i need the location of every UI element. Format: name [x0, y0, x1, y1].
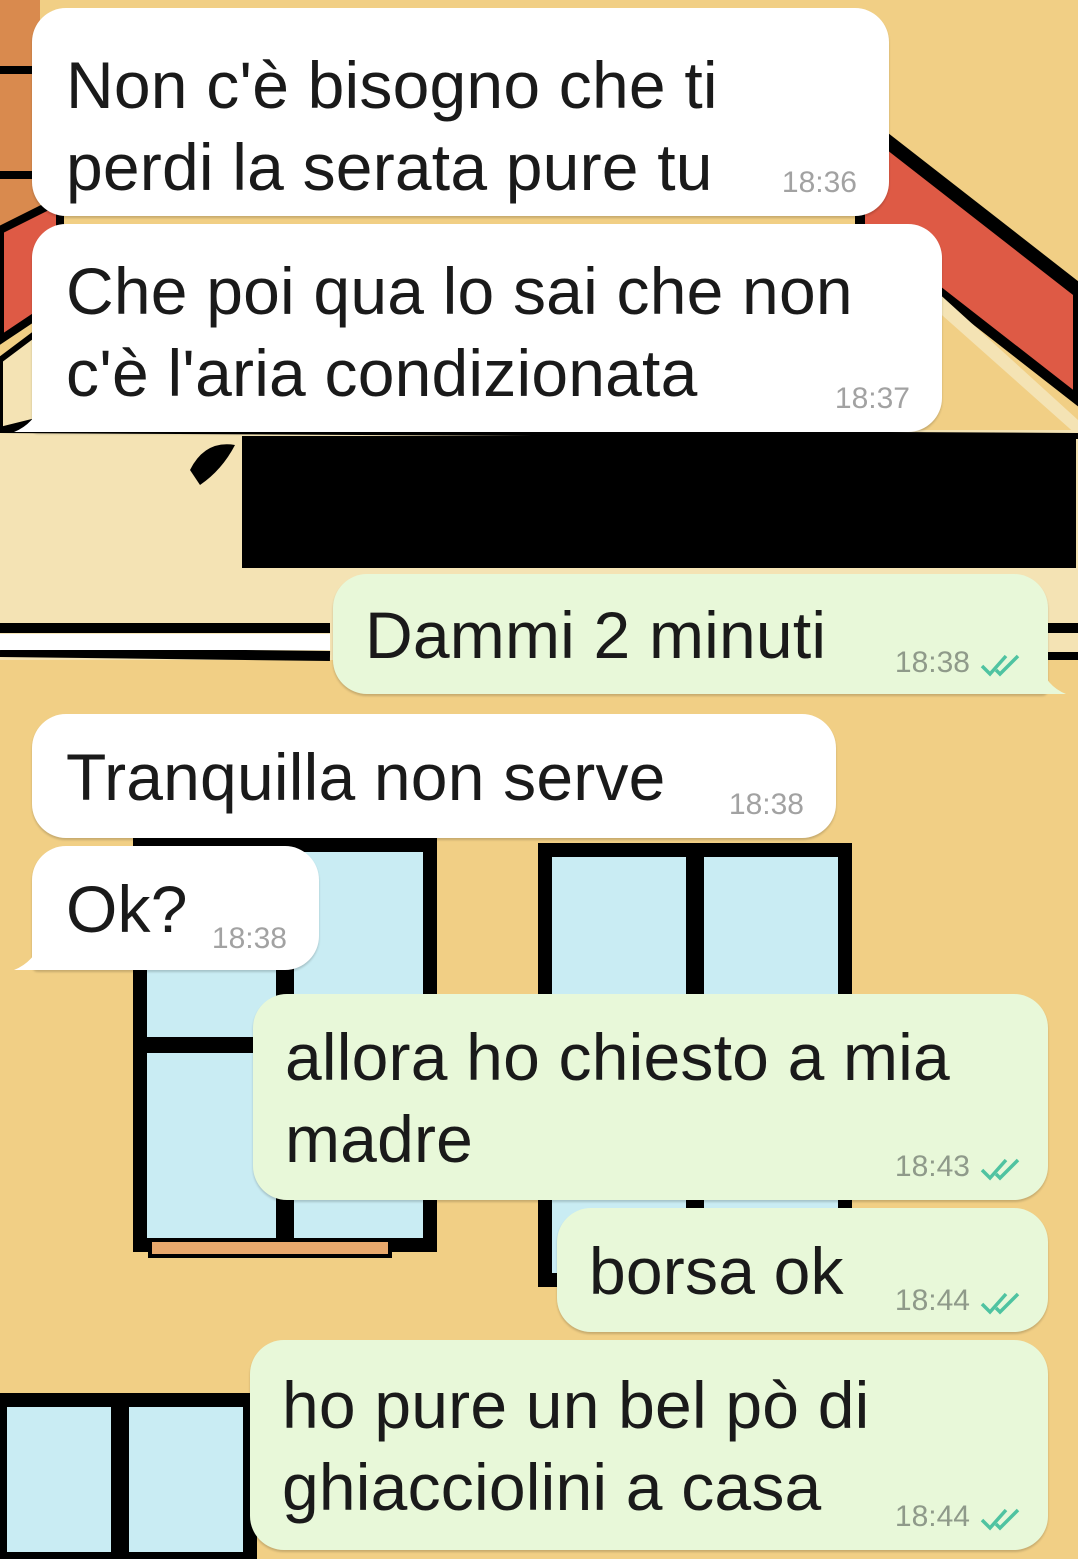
read-double-check-icon	[980, 1292, 1020, 1315]
message-bubble-incoming[interactable]: Tranquilla non serve 18:38	[32, 714, 836, 838]
read-double-check-icon	[980, 654, 1020, 677]
read-double-check-icon	[980, 1508, 1020, 1531]
redacted-block	[242, 436, 1076, 568]
read-double-check-icon	[980, 1158, 1020, 1181]
message-timestamp: 18:44	[894, 1284, 970, 1317]
message-timestamp: 18:43	[894, 1150, 970, 1183]
message-timestamp: 18:37	[834, 382, 910, 415]
message-timestamp: 18:44	[894, 1500, 970, 1533]
message-text: borsa ok	[589, 1234, 844, 1308]
message-timestamp: 18:38	[894, 646, 970, 679]
message-timestamp: 18:38	[211, 922, 287, 955]
message-bubble-outgoing[interactable]: allora ho chiesto a mia madre 18:43	[253, 994, 1048, 1200]
message-bubble-outgoing[interactable]: borsa ok 18:44	[557, 1208, 1048, 1332]
message-bubble-outgoing[interactable]: ho pure un bel pò di ghiacciolini a casa…	[250, 1340, 1048, 1550]
bubble-tail-icon	[14, 940, 42, 970]
bubble-tail-icon	[1040, 664, 1066, 694]
message-bubble-incoming[interactable]: Non c'è bisogno che ti perdi la serata p…	[32, 8, 889, 216]
message-text: ho pure un bel pò di ghiacciolini a casa	[282, 1368, 870, 1524]
message-bubble-incoming[interactable]: Che poi qua lo sai che non c'è l'aria co…	[32, 224, 942, 432]
message-text: Dammi 2 minuti	[365, 598, 827, 672]
message-text: allora ho chiesto a mia madre	[285, 1020, 950, 1176]
bubble-tail-icon	[14, 402, 42, 432]
message-text: Che poi qua lo sai che non c'è l'aria co…	[66, 254, 853, 410]
message-text: Ok?	[66, 872, 188, 946]
message-text: Tranquilla non serve	[66, 740, 666, 814]
message-text: Non c'è bisogno che ti perdi la serata p…	[66, 48, 718, 204]
message-bubble-outgoing[interactable]: Dammi 2 minuti 18:38	[333, 574, 1048, 694]
message-timestamp: 18:36	[781, 166, 857, 199]
message-timestamp: 18:38	[728, 788, 804, 821]
message-bubble-incoming[interactable]: Ok? 18:38	[32, 846, 319, 970]
